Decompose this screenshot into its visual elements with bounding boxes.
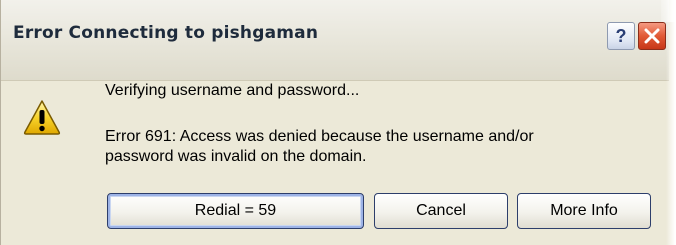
status-message: Verifying username and password... [105, 82, 360, 99]
dialog-title: Error Connecting to pishgaman [13, 23, 319, 43]
redial-button[interactable]: Redial = 59 [107, 193, 364, 229]
close-icon [644, 28, 660, 44]
more-info-button[interactable]: More Info [517, 193, 651, 229]
error-dialog: Error Connecting to pishgaman ? Verifyin… [0, 0, 676, 245]
error-message-line-1: Error 691: Access was denied because the… [105, 128, 534, 145]
close-button[interactable] [638, 22, 666, 50]
error-message: Error 691: Access was denied because the… [105, 127, 625, 167]
cancel-button[interactable]: Cancel [374, 193, 508, 229]
title-bar[interactable]: Error Connecting to pishgaman ? [1, 0, 669, 81]
warning-icon [23, 100, 61, 135]
window-shadow [666, 0, 676, 245]
help-icon: ? [615, 26, 627, 46]
error-message-line-2: password was invalid on the domain. [105, 148, 367, 165]
help-button[interactable]: ? [607, 22, 635, 50]
